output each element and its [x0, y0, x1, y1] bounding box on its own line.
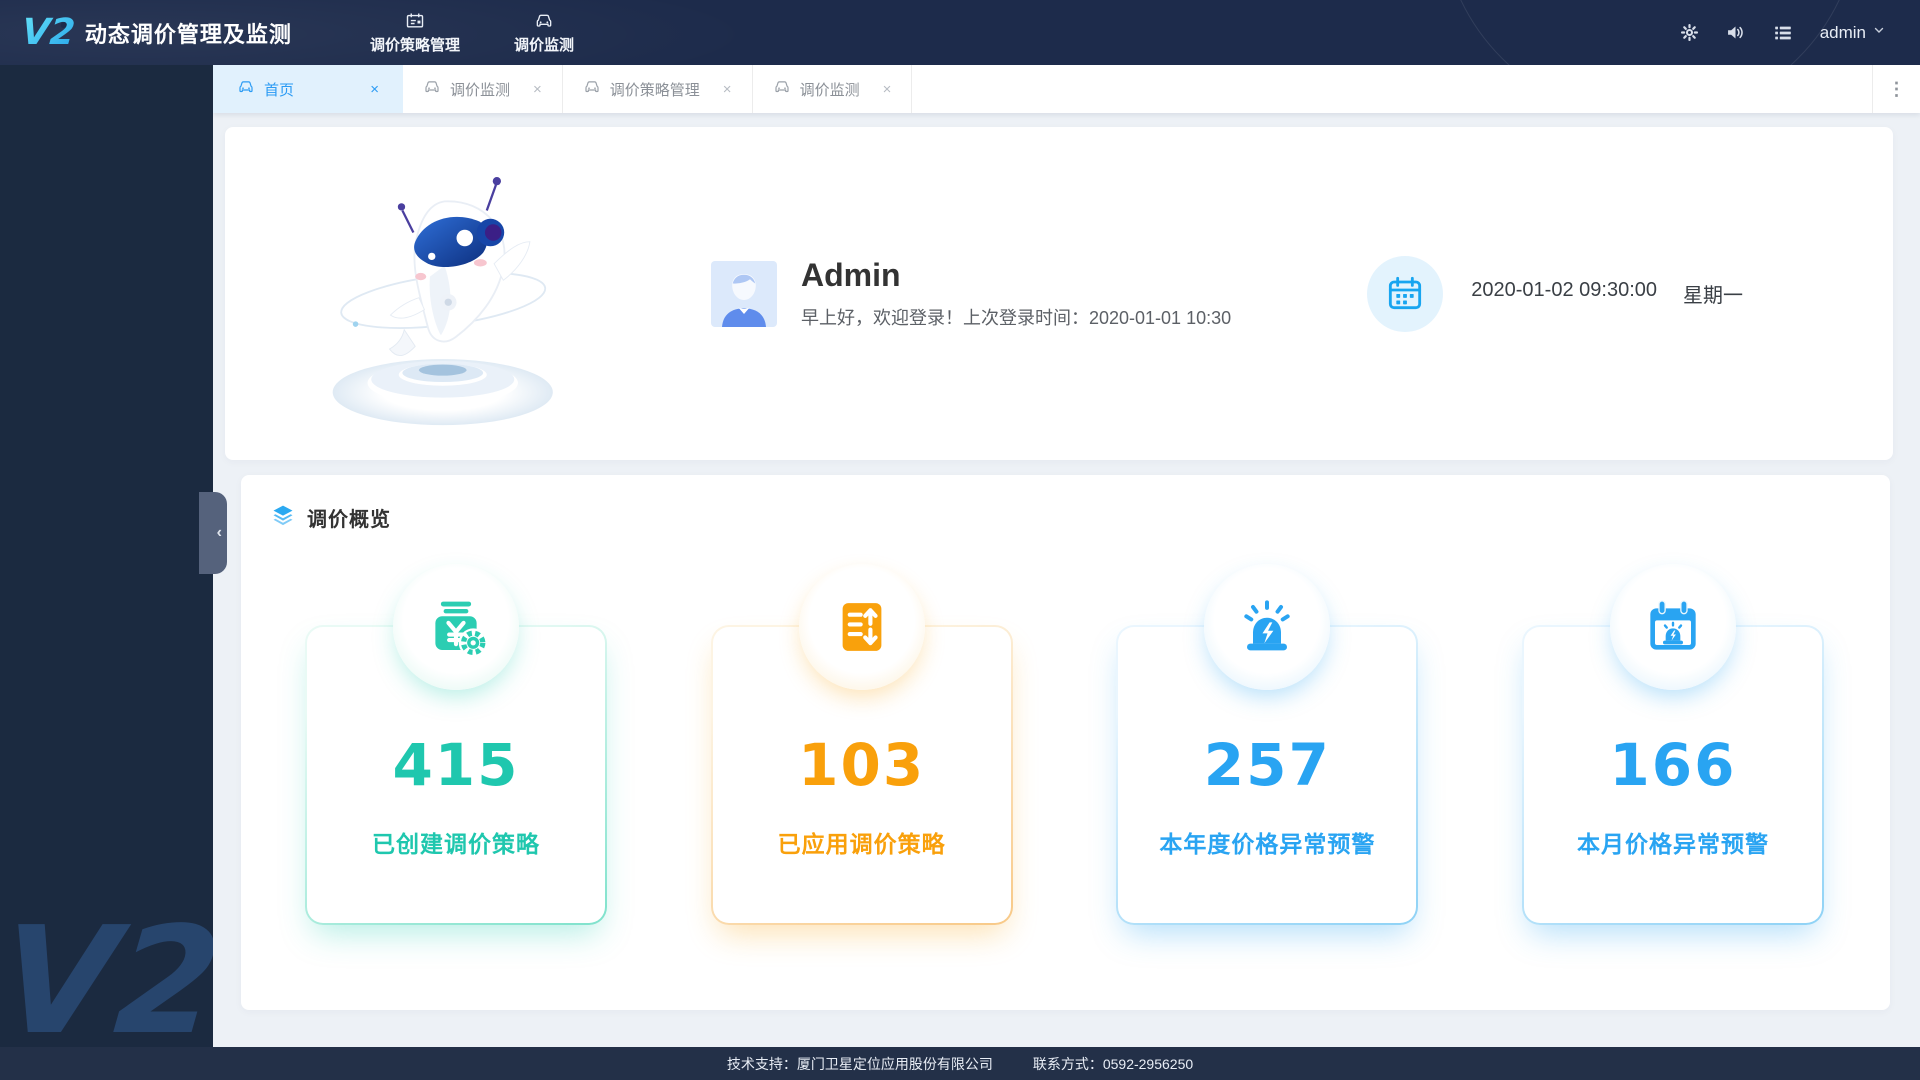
car-icon [773, 78, 791, 100]
logo-v2: V2 [20, 11, 77, 53]
tab-label: 调价监测 [799, 81, 860, 99]
tab-monitor-1[interactable]: 调价监测 × [403, 65, 563, 113]
welcome-card: Admin 早上好，欢迎登录！上次登录时间：2020-01-01 10:30 2… [225, 127, 1893, 460]
tab-close-icon[interactable]: × [370, 81, 379, 98]
sidebar-watermark-v2: V2 [0, 895, 213, 1047]
tab-home[interactable]: 首页 × [213, 65, 403, 113]
strategy-card-icon [405, 11, 425, 31]
section-header: 调价概览 [241, 475, 1890, 532]
stats-row: 415 已创建调价策略 103 已应用调价策略 257 本年度价格异常预警 16… [305, 564, 1824, 925]
sidebar-collapse-handle[interactable]: ‹ [199, 492, 227, 574]
admin-texts: Admin 早上好，欢迎登录！上次登录时间：2020-01-01 10:30 [801, 257, 1231, 330]
tab-label: 调价策略管理 [609, 81, 700, 99]
app-header: V2 动态调价管理及监测 调价策略管理 调价监测 admin [0, 0, 1920, 65]
user-name: admin [1819, 22, 1866, 42]
header-arc-decoration [1440, 0, 1860, 65]
stat-value: 415 [392, 731, 520, 799]
car-icon [583, 78, 601, 100]
user-menu[interactable]: admin [1820, 23, 1886, 43]
tab-close-icon[interactable]: × [533, 81, 542, 98]
stat-card-created-strategies[interactable]: 415 已创建调价策略 [305, 564, 607, 925]
tab-strategy[interactable]: 调价策略管理 × [563, 65, 753, 113]
car-icon [423, 78, 441, 100]
datetime: 2020-01-02 09:30:00 [1471, 279, 1657, 301]
tab-close-icon[interactable]: × [723, 81, 732, 98]
tab-label: 首页 [264, 81, 295, 99]
content: Admin 早上好，欢迎登录！上次登录时间：2020-01-01 10:30 2… [213, 113, 1920, 1047]
top-nav: 调价策略管理 调价监测 [362, 11, 582, 55]
car-icon [534, 11, 554, 31]
app-footer: 技术支持：厦门卫星定位应用股份有限公司 联系方式：0592-2956250 [0, 1047, 1920, 1080]
price-strategy-gear-icon [393, 564, 519, 690]
stat-value: 103 [798, 731, 926, 799]
applied-strategy-doc-icon [798, 564, 925, 690]
stat-card-month-alerts[interactable]: 166 本月价格异常预警 [1522, 564, 1824, 925]
tab-monitor-2[interactable]: 调价监测 × [753, 65, 913, 113]
calendar-alarm-icon [1609, 564, 1736, 690]
avatar [711, 260, 777, 327]
stat-label: 已创建调价策略 [372, 831, 540, 857]
main-area: 首页 × 调价监测 × 调价策略管理 × 调价监测 × ⋮ Admin 早上好，… [213, 65, 1920, 1047]
datetime-text: 2020-01-02 09:30:00 星期一 [1471, 279, 1743, 308]
stat-label: 本月价格异常预警 [1576, 831, 1769, 857]
admin-block: Admin 早上好，欢迎登录！上次登录时间：2020-01-01 10:30 [711, 257, 1231, 330]
admin-name: Admin [801, 257, 901, 293]
weekday: 星期一 [1683, 285, 1743, 307]
tab-overflow-menu[interactable]: ⋮ [1872, 65, 1920, 113]
tab-label: 调价监测 [450, 81, 511, 99]
stat-value: 166 [1609, 731, 1737, 799]
footer-support: 技术支持：厦门卫星定位应用股份有限公司 [726, 1055, 993, 1072]
stat-card-year-alerts[interactable]: 257 本年度价格异常预警 [1116, 564, 1418, 925]
nav-item-monitor[interactable]: 调价监测 [506, 11, 582, 55]
admin-greeting: 早上好，欢迎登录！上次登录时间：2020-01-01 10:30 [801, 308, 1232, 328]
app-title: 动态调价管理及监测 [84, 21, 292, 47]
section-title: 调价概览 [307, 509, 391, 531]
chevron-left-icon: ‹ [216, 524, 222, 541]
brand: V2 动态调价管理及监测 [20, 11, 292, 53]
car-icon [237, 78, 255, 100]
layers-icon [271, 503, 295, 532]
footer-contact: 联系方式：0592-2956250 [1032, 1055, 1194, 1072]
stat-label: 已应用调价策略 [777, 831, 946, 857]
tab-bar: 首页 × 调价监测 × 调价策略管理 × 调价监测 × ⋮ [213, 65, 1920, 113]
nav-label: 调价监测 [513, 36, 574, 54]
stat-label: 本年度价格异常预警 [1159, 831, 1376, 857]
overview-card: 调价概览 415 已创建调价策略 103 已应用调价策略 257 本年度价格异常… [241, 475, 1890, 1010]
sidebar: V2 [0, 65, 213, 1047]
date-block: 2020-01-02 09:30:00 星期一 [1367, 255, 1743, 332]
nav-item-strategy[interactable]: 调价策略管理 [362, 11, 468, 55]
alarm-siren-icon [1204, 564, 1331, 690]
robot-dolphin-mascot [332, 176, 553, 425]
nav-label: 调价策略管理 [369, 36, 460, 54]
calendar-icon [1367, 255, 1444, 332]
stat-card-applied-strategies[interactable]: 103 已应用调价策略 [711, 564, 1013, 925]
stat-value: 257 [1203, 731, 1331, 799]
tab-close-icon[interactable]: × [883, 81, 892, 98]
chevron-down-icon [1872, 23, 1886, 42]
